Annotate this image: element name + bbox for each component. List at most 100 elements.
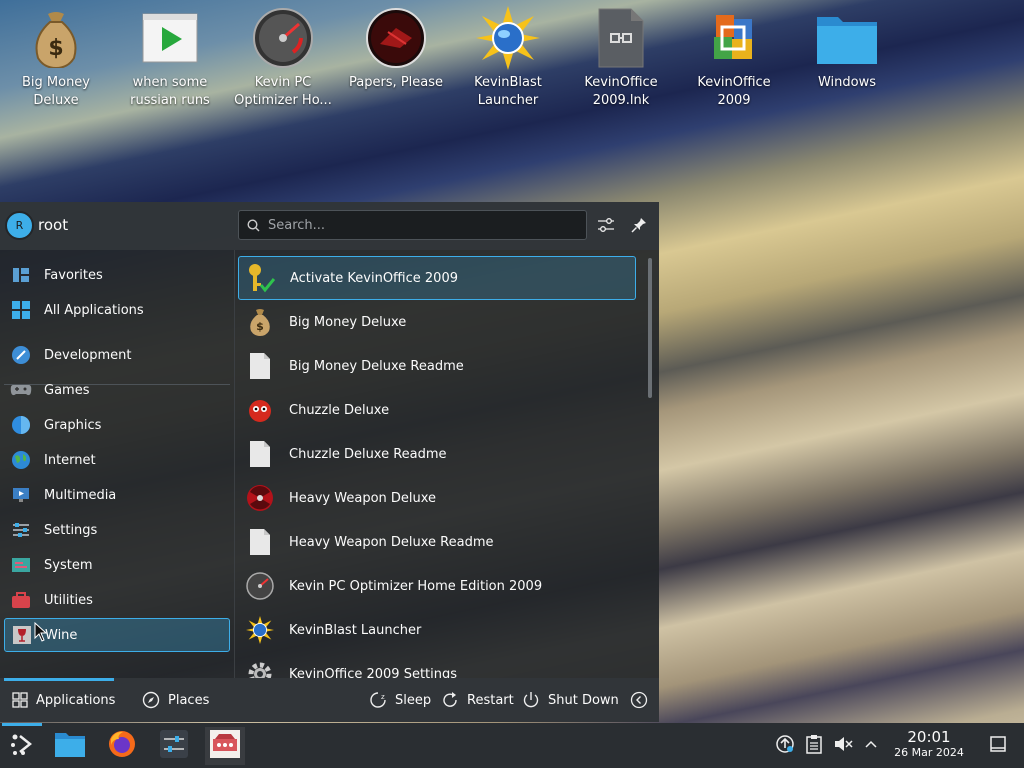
grid-icon	[12, 691, 28, 709]
app-heavy-weapon-deluxe-readme[interactable]: Heavy Weapon Deluxe Readme	[238, 520, 636, 564]
category-games[interactable]: Games	[4, 373, 230, 407]
desktop-icon-label: Windows	[817, 75, 877, 90]
wine-icon	[11, 624, 33, 646]
tray-volume[interactable]	[832, 735, 854, 757]
taskbar-file-manager[interactable]	[50, 727, 90, 765]
app-kevinblast-launcher[interactable]: KevinBlast Launcher	[238, 608, 636, 652]
restart-button[interactable]: Restart	[441, 678, 514, 722]
taskbar-running-app[interactable]	[205, 727, 245, 765]
svg-text:$: $	[256, 320, 264, 333]
desktop-icon-label: Kevin PC Optimizer Ho...	[234, 75, 332, 108]
app-chuzzle-deluxe[interactable]: Chuzzle Deluxe	[238, 388, 636, 432]
internet-icon	[10, 449, 32, 471]
volume-muted-icon	[833, 734, 853, 758]
app-label: Heavy Weapon Deluxe	[289, 490, 437, 506]
category-utilities[interactable]: Utilities	[4, 583, 230, 617]
taskbar-firefox[interactable]	[102, 727, 142, 765]
tab-places[interactable]: Places	[142, 678, 209, 722]
application-list: Activate KevinOffice 2009 $ Big Money De…	[238, 256, 638, 678]
firefox-icon	[107, 729, 137, 763]
app-label: Chuzzle Deluxe Readme	[289, 446, 447, 462]
clipboard-icon	[805, 734, 823, 758]
category-internet[interactable]: Internet	[4, 443, 230, 477]
category-system[interactable]: System	[4, 548, 230, 582]
papers-please-icon	[364, 6, 428, 70]
kevinblast-icon	[476, 6, 540, 70]
utilities-icon	[10, 589, 32, 611]
app-list-scrollbar[interactable]	[646, 256, 654, 678]
category-label: Favorites	[44, 267, 103, 283]
tray-clipboard[interactable]	[803, 735, 825, 757]
games-icon	[10, 379, 32, 401]
category-all-applications[interactable]: All Applications	[4, 293, 230, 327]
sliders-icon	[160, 730, 188, 762]
desktop-icon-windows-folder[interactable]: Windows	[792, 6, 902, 116]
sleep-button[interactable]: z Sleep	[369, 678, 431, 722]
app-label: Big Money Deluxe	[289, 314, 407, 330]
desktop-icon-big-money-deluxe[interactable]: $ Big Money Deluxe	[1, 6, 111, 116]
category-label: Development	[44, 347, 132, 363]
sliders-icon	[598, 218, 614, 232]
compass-icon	[142, 691, 160, 709]
video-play-icon	[138, 6, 202, 70]
all-applications-icon	[10, 299, 32, 321]
category-development[interactable]: Development	[4, 338, 230, 372]
desktop-icon-label: KevinOffice 2009	[697, 75, 771, 108]
search-box[interactable]	[238, 210, 587, 240]
search-input[interactable]	[268, 217, 568, 233]
app-activate-kevinoffice[interactable]: Activate KevinOffice 2009	[238, 256, 636, 300]
pin-button[interactable]	[628, 214, 650, 236]
category-graphics[interactable]: Graphics	[4, 408, 230, 442]
app-chuzzle-deluxe-readme[interactable]: Chuzzle Deluxe Readme	[238, 432, 636, 476]
configure-button[interactable]	[595, 214, 617, 236]
more-actions-button[interactable]	[630, 678, 656, 722]
app-label: Big Money Deluxe Readme	[289, 358, 464, 374]
restart-icon	[441, 691, 459, 709]
app-heavy-weapon-deluxe[interactable]: Heavy Weapon Deluxe	[238, 476, 636, 520]
category-label: All Applications	[44, 302, 144, 318]
update-icon	[775, 734, 795, 758]
wine-app-icon	[209, 729, 241, 763]
taskbar-application-launcher[interactable]	[2, 723, 42, 765]
category-label: Multimedia	[44, 487, 117, 503]
scrollbar-thumb[interactable]	[648, 258, 652, 398]
settings-icon	[10, 519, 32, 541]
folder-icon	[815, 6, 879, 70]
category-multimedia[interactable]: Multimedia	[4, 478, 230, 512]
app-kevinoffice-settings[interactable]: KevinOffice 2009 Settings	[238, 652, 636, 678]
tray-updates[interactable]	[774, 735, 796, 757]
svg-text:z: z	[381, 693, 385, 701]
app-label: KevinBlast Launcher	[289, 622, 422, 638]
desktop-icon-label: when some russian runs a...	[130, 75, 210, 108]
show-desktop-button[interactable]	[987, 735, 1009, 757]
category-label: Internet	[44, 452, 96, 468]
tray-expand-button[interactable]	[860, 735, 882, 757]
desktop-icon-kevinoffice-lnk[interactable]: KevinOffice 2009.lnk	[566, 6, 676, 116]
desktop-icon-kevin-pc-optimizer[interactable]: Kevin PC Optimizer Ho...	[228, 6, 338, 116]
document-icon	[246, 528, 274, 556]
tab-label: Applications	[36, 692, 116, 708]
category-favorites[interactable]: Favorites	[4, 258, 230, 292]
shut-down-button[interactable]: Shut Down	[522, 678, 619, 722]
desktop-icon-kevinblast-launcher[interactable]: KevinBlast Launcher	[453, 6, 563, 116]
avatar[interactable]: R	[5, 211, 34, 240]
tab-applications[interactable]: Applications	[4, 678, 116, 722]
taskbar-system-settings[interactable]	[154, 727, 194, 765]
desktop-icon-video[interactable]: when some russian runs a...	[115, 6, 225, 116]
app-big-money-deluxe[interactable]: $ Big Money Deluxe	[238, 300, 636, 344]
desktop-icon-papers-please[interactable]: Papers, Please	[341, 6, 451, 116]
folder-icon	[54, 730, 86, 762]
mouse-cursor-icon	[34, 622, 48, 642]
app-kevin-pc-optimizer[interactable]: Kevin PC Optimizer Home Edition 2009	[238, 564, 636, 608]
speedometer-icon	[246, 572, 274, 600]
digital-clock[interactable]: 20:01 26 Mar 2024	[888, 729, 970, 760]
application-launcher-menu: R root Favorites All Applications Develo…	[0, 202, 659, 722]
app-big-money-deluxe-readme[interactable]: Big Money Deluxe Readme	[238, 344, 636, 388]
desktop-icon-kevinoffice[interactable]: KevinOffice 2009	[679, 6, 789, 116]
category-label: Settings	[44, 522, 98, 538]
category-settings[interactable]: Settings	[4, 513, 230, 547]
action-label: Shut Down	[548, 692, 619, 708]
kde-launcher-icon	[9, 731, 35, 761]
app-label: Kevin PC Optimizer Home Edition 2009	[289, 578, 543, 594]
kevinblast-icon	[246, 616, 274, 644]
